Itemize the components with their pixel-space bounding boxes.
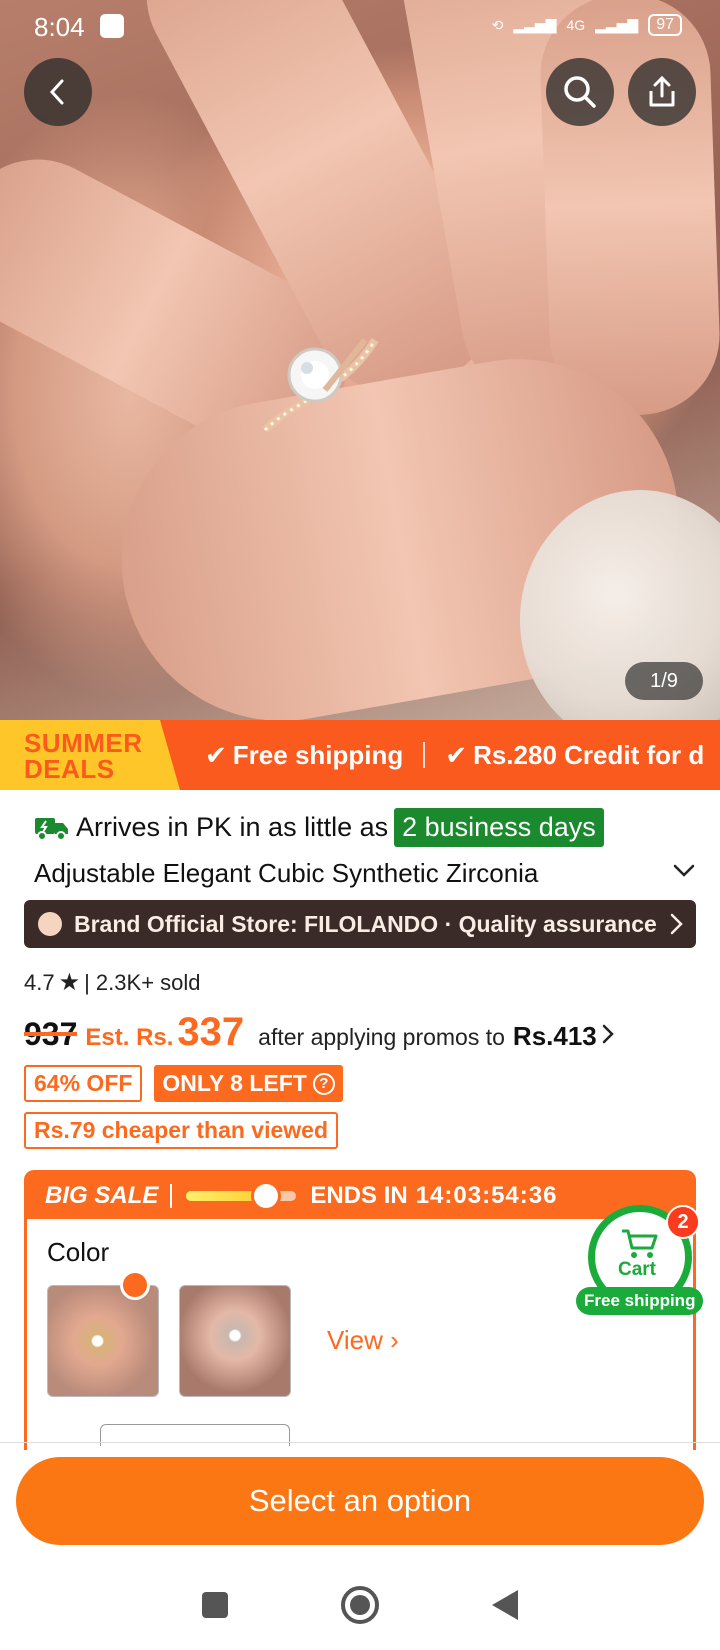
link-icon: ⟲	[491, 16, 504, 33]
price-tags: 64% OFF ONLY 8 LEFT ?	[24, 1065, 343, 1102]
battery-icon: 97	[648, 14, 682, 36]
share-icon	[649, 75, 675, 107]
original-price: 937	[24, 1016, 78, 1052]
divider	[170, 1184, 173, 1208]
rating-row[interactable]: 4.7 ★ | 2.3K+ sold	[24, 968, 201, 997]
view-all-colors[interactable]: View ›	[327, 1325, 399, 1356]
promo-price: Rs.413	[512, 1021, 597, 1051]
estimated-price: 337	[177, 1010, 245, 1054]
cheaper-tag: Rs.79 cheaper than viewed	[24, 1112, 339, 1149]
search-button[interactable]	[546, 58, 614, 126]
recents-button[interactable]	[200, 1590, 230, 1620]
credit-item: ✔ Rs.280 Credit for d	[445, 739, 705, 770]
status-time: 8:04	[34, 12, 85, 42]
sold-count: | 2.3K+ sold	[84, 969, 201, 995]
chevron-right-icon	[670, 913, 683, 935]
color-label: Color	[47, 1237, 110, 1267]
cart-label: Cart	[618, 1259, 657, 1280]
ring-graphic	[262, 337, 379, 433]
back-button[interactable]	[24, 58, 92, 126]
cart-icon	[622, 1229, 658, 1258]
chevron-down-icon[interactable]	[672, 860, 696, 880]
store-strip[interactable]: Brand Official Store: FILOLANDO · Qualit…	[24, 900, 696, 948]
status-icons: ⟲ ▂▃▅▇ 4G ▂▃▅▇ 97	[492, 14, 682, 36]
clock-icon	[250, 1181, 281, 1211]
product-image[interactable]	[0, 0, 720, 720]
star-icon: ★	[58, 969, 81, 996]
system-nav-bar	[0, 1560, 720, 1650]
ends-in-label: ENDS IN	[310, 1182, 408, 1209]
est-label: Est. Rs.	[85, 1024, 174, 1051]
select-option-button[interactable]: Select an option	[16, 1457, 704, 1545]
truck-icon	[35, 817, 68, 841]
divider	[423, 742, 426, 768]
chevron-left-icon	[49, 79, 64, 105]
stock-tag[interactable]: ONLY 8 LEFT ?	[154, 1065, 343, 1102]
search-icon	[564, 76, 596, 108]
home-button[interactable]	[340, 1585, 380, 1625]
delivery-days: 2 business days	[394, 808, 604, 847]
chevron-right-icon: ›	[390, 1325, 399, 1355]
notification-icon	[100, 14, 124, 38]
floating-cart[interactable]: Cart 2 Free shipping	[576, 1205, 708, 1315]
hot-badge-icon	[120, 1270, 150, 1300]
price-row[interactable]: 937 Est. Rs. 337 after applying promos t…	[24, 1010, 615, 1055]
discount-tag: 64% OFF	[24, 1065, 143, 1102]
promo-banner[interactable]: SUMMER DEALS ✔ Free shipping ✔ Rs.280 Cred…	[0, 720, 720, 790]
store-label: Brand Official Store: FILOLANDO · Qualit…	[74, 910, 657, 937]
cart-free-shipping: Free shipping	[576, 1287, 704, 1315]
sale-progress-bar	[186, 1181, 297, 1211]
rating-value: 4.7	[24, 969, 55, 995]
help-icon: ?	[312, 1072, 335, 1095]
chevron-right-icon	[602, 1024, 614, 1044]
check-icon: ✔	[205, 739, 227, 770]
check-icon: ✔	[445, 739, 468, 770]
back-nav-button[interactable]	[490, 1588, 520, 1622]
signal-icon: ▂▃▅▇	[513, 16, 557, 33]
network-label: 4G	[566, 17, 586, 33]
image-counter: 1/9	[625, 662, 703, 700]
cart-count-badge: 2	[666, 1205, 700, 1239]
summer-deals-line2: DEALS	[24, 754, 115, 784]
delivery-info: Arrives in PK in as little as 2 business…	[34, 808, 604, 847]
verified-badge-icon	[38, 912, 62, 936]
free-shipping-item: ✔ Free shipping	[205, 739, 404, 770]
signal-icon: ▂▃▅▇	[595, 16, 639, 33]
color-option-gold[interactable]	[47, 1285, 159, 1397]
summer-deals-badge: SUMMER DEALS	[0, 720, 180, 790]
divider	[0, 1442, 720, 1443]
countdown: 14:03:54:36	[415, 1182, 558, 1209]
big-sale-label: BIG SALE	[45, 1182, 159, 1209]
product-title[interactable]: Adjustable Elegant Cubic Synthetic Zirco…	[34, 858, 614, 889]
summer-deals-line1: SUMMER	[24, 728, 143, 758]
share-button[interactable]	[628, 58, 696, 126]
after-promo-label: after applying promos to	[258, 1024, 505, 1050]
delivery-text: Arrives in PK in as little as	[76, 812, 389, 842]
status-bar: 8:04 ⟲ ▂▃▅▇ 4G ▂▃▅▇ 97	[0, 0, 720, 54]
color-option-silver[interactable]	[179, 1285, 291, 1397]
